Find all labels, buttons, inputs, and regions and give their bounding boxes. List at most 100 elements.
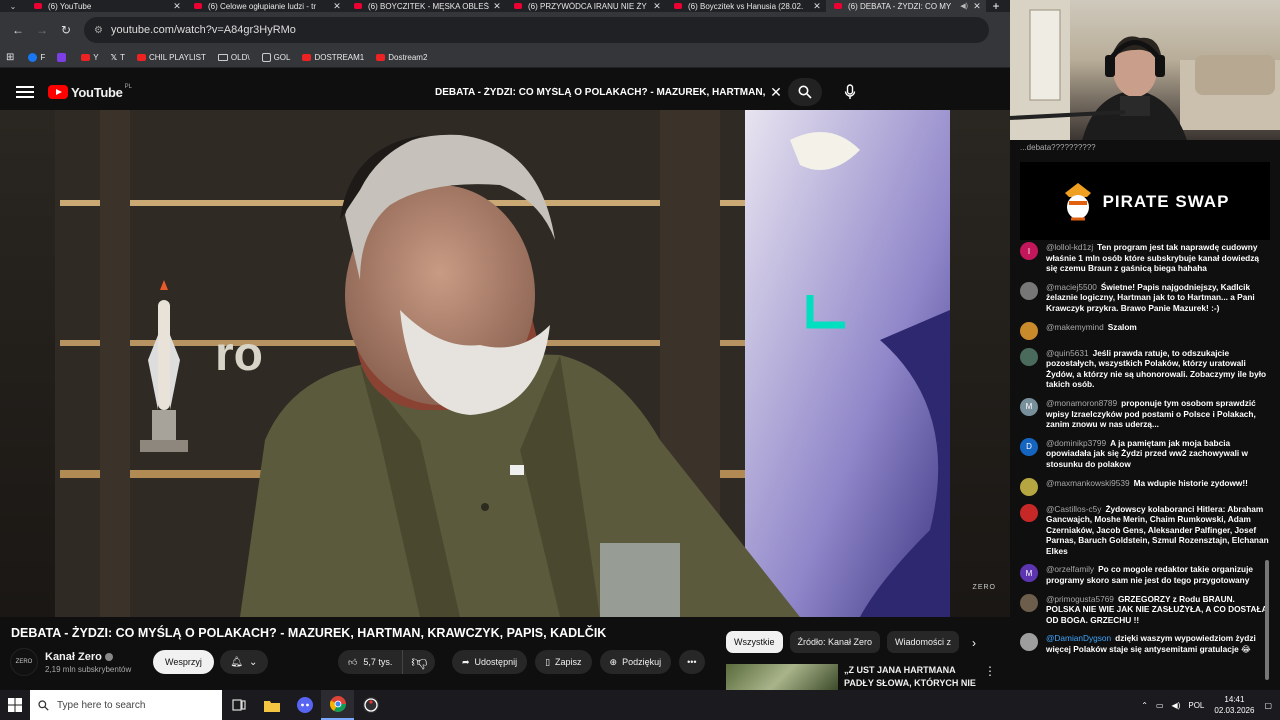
recommended-thumbnail[interactable] [726, 664, 838, 690]
chrome-icon[interactable] [321, 690, 354, 720]
notifications-icon[interactable]: ▢ [1264, 701, 1272, 710]
close-tab-icon[interactable]: ✕ [972, 1, 982, 12]
chat-text: Ma wdupie historie zydoww!! [1133, 477, 1248, 488]
recommended-video[interactable]: „Z UST JANA HARTMANA PADŁY SŁOWA, KTÓRYC… [726, 664, 996, 701]
folder-icon [217, 54, 228, 61]
svg-text:ro: ro [215, 328, 263, 381]
bookmark-item[interactable]: CHIL PLAYLIST [136, 53, 206, 62]
bookmark-item[interactable]: Dostream2 [376, 53, 427, 62]
chat-username[interactable]: @DamianDygson [1046, 633, 1111, 643]
search-button[interactable] [788, 78, 822, 106]
url-text: youtube.com/watch?v=A84gr3HyRMo [110, 24, 296, 36]
new-tab-button[interactable]: + [986, 0, 1006, 12]
chat-text: Szalom [1107, 321, 1137, 332]
network-icon[interactable]: ▭ [1156, 701, 1164, 710]
search-input[interactable]: DEBATA - ŻYDZI: CO MYŚLĄ O POLAKACH? - M… [427, 78, 787, 106]
bookmark-item[interactable]: Y [81, 53, 99, 62]
chat-username[interactable]: @makemymind [1046, 322, 1104, 332]
bookmark-item[interactable]: DOSTREAM1 [302, 53, 364, 62]
chat-username[interactable]: @Castillos-c5y [1046, 504, 1101, 514]
chat-scrollbar[interactable] [1265, 560, 1269, 680]
more-actions-button[interactable]: ••• [679, 650, 705, 674]
taskbar-search-input[interactable]: Type here to search [30, 690, 222, 720]
bookmark-folder[interactable]: OLD\ [217, 53, 250, 62]
menu-icon[interactable] [16, 86, 34, 98]
address-bar-row: ← → ↻ ⚙ youtube.com/watch?v=A84gr3HyRMo [0, 12, 1010, 48]
back-icon[interactable]: ← [6, 23, 30, 37]
close-tab-icon[interactable]: ✕ [172, 1, 182, 12]
youtube-logo[interactable]: YouTube PL [48, 84, 132, 100]
chat-username[interactable]: @lollol-kd1zj [1046, 242, 1093, 252]
user-avatar [1020, 281, 1038, 300]
webcam-overlay [1010, 0, 1280, 150]
more-vert-icon[interactable]: ⋮ [984, 664, 996, 690]
chip-source[interactable]: Źródło: Kanał Zero [789, 631, 881, 653]
chat-message: @primogusta5769 GRZEGORZY z Rodu BRAUN. P… [1020, 592, 1270, 632]
user-avatar [1020, 593, 1038, 612]
browser-tab[interactable]: (6) Boyczitek vs Hanusia (28.02. ✕ [666, 0, 826, 12]
chip-all[interactable]: Wszystkie [726, 631, 783, 653]
chat-messages: I @lollol-kd1zj Ten program jest tak napra… [1020, 240, 1270, 661]
browser-tab[interactable]: (6) Celowe ogłupianie ludzi - tr ✕ [186, 0, 346, 12]
bookmark-item[interactable]: GOL [261, 53, 290, 62]
video-player[interactable]: ro ZERO [0, 110, 1010, 617]
chevron-up-icon[interactable]: ⌃ [1141, 701, 1148, 710]
bookmark-icon: ▯ [545, 656, 551, 667]
save-button[interactable]: ▯ Zapisz [535, 650, 592, 674]
bookmark-item[interactable]: 𝕏T [111, 53, 125, 62]
recommended-title[interactable]: „Z UST JANA HARTMANA PADŁY SŁOWA, KTÓRYC… [844, 664, 984, 701]
clock[interactable]: 14:41 02.03.2026 [1214, 694, 1254, 716]
chat-username[interactable]: @orzelfamily [1046, 564, 1094, 574]
chat-username[interactable]: @dominikp3799 [1046, 438, 1106, 448]
forward-icon[interactable]: → [30, 23, 54, 37]
task-view-icon[interactable] [222, 690, 255, 720]
user-avatar: D [1020, 437, 1038, 456]
chat-message: I @lollol-kd1zj Ten program jest tak napra… [1020, 240, 1270, 280]
chat-username[interactable]: @monamoron8789 [1046, 398, 1117, 408]
url-field[interactable]: ⚙ youtube.com/watch?v=A84gr3HyRMo [84, 17, 989, 43]
like-button[interactable]: 👍︎ 5,7 tys. [338, 650, 404, 674]
browser-tab[interactable]: (6) BOYCZITEK - MĘSKA OBLEŚ ✕ [346, 0, 506, 12]
share-icon: ➦ [462, 656, 470, 667]
discord-icon[interactable] [288, 690, 321, 720]
bookmark-item[interactable]: F [28, 53, 45, 62]
language-indicator[interactable]: POL [1188, 701, 1204, 710]
browser-tab[interactable]: (6) YouTube ✕ [26, 0, 186, 12]
volume-icon[interactable]: ◀) [1172, 701, 1181, 710]
channel-avatar[interactable]: ZERO [10, 648, 38, 676]
dislike-button[interactable]: 👎︎ [403, 650, 436, 674]
bookmarks-bar: ⊞ F Y 𝕏T CHIL PLAYLIST OLD\ GOL DOSTREAM… [0, 48, 1010, 68]
bookmark-item[interactable] [57, 53, 69, 62]
chat-username[interactable]: @quin5631 [1046, 348, 1089, 358]
close-tab-icon[interactable]: ✕ [812, 1, 822, 12]
bell-icon: 🔔︎ [230, 656, 243, 668]
browser-tab-active[interactable]: (6) DEBATA - ŻYDZI: CO MY ◀) ✕ [826, 0, 986, 12]
browser-tab[interactable]: (6) PRZYWÓDCA IRANU NIE ŻY ✕ [506, 0, 666, 12]
speaker-icon[interactable]: ◀) [960, 2, 968, 10]
chat-username[interactable]: @maciej5500 [1046, 282, 1097, 292]
windows-start-icon[interactable] [0, 698, 30, 712]
youtube-icon [136, 54, 146, 61]
reload-icon[interactable]: ↻ [54, 23, 78, 37]
support-button[interactable]: Wesprzyj [153, 650, 214, 674]
chat-username[interactable]: @maxmankowski9539 [1046, 478, 1130, 488]
channel-name[interactable]: Kanał Zero [45, 651, 145, 663]
obs-icon[interactable] [354, 690, 387, 720]
close-tab-icon[interactable]: ✕ [652, 1, 662, 12]
chip-news[interactable]: Wiadomości z [887, 631, 960, 653]
facebook-icon [28, 53, 38, 62]
site-info-icon[interactable]: ⚙ [94, 25, 103, 36]
notification-bell-button[interactable]: 🔔︎ ⌄ [219, 650, 268, 674]
close-tab-icon[interactable]: ✕ [492, 1, 502, 12]
tab-search-dropdown-icon[interactable]: ⌄ [0, 0, 26, 12]
thanks-button[interactable]: ⊕ Podziękuj [599, 650, 672, 674]
file-explorer-icon[interactable] [255, 690, 288, 720]
close-tab-icon[interactable]: ✕ [332, 1, 342, 12]
chevron-right-icon[interactable]: › [972, 636, 976, 650]
chat-username[interactable]: @primogusta5769 [1046, 594, 1114, 604]
apps-icon[interactable]: ⊞ [6, 52, 14, 63]
sponsor-banner[interactable]: PIRATE SWAP [1020, 162, 1270, 240]
clear-search-icon[interactable]: ✕ [765, 84, 787, 101]
share-button[interactable]: ➦ Udostępnij [452, 650, 528, 674]
voice-search-button[interactable] [834, 78, 866, 106]
